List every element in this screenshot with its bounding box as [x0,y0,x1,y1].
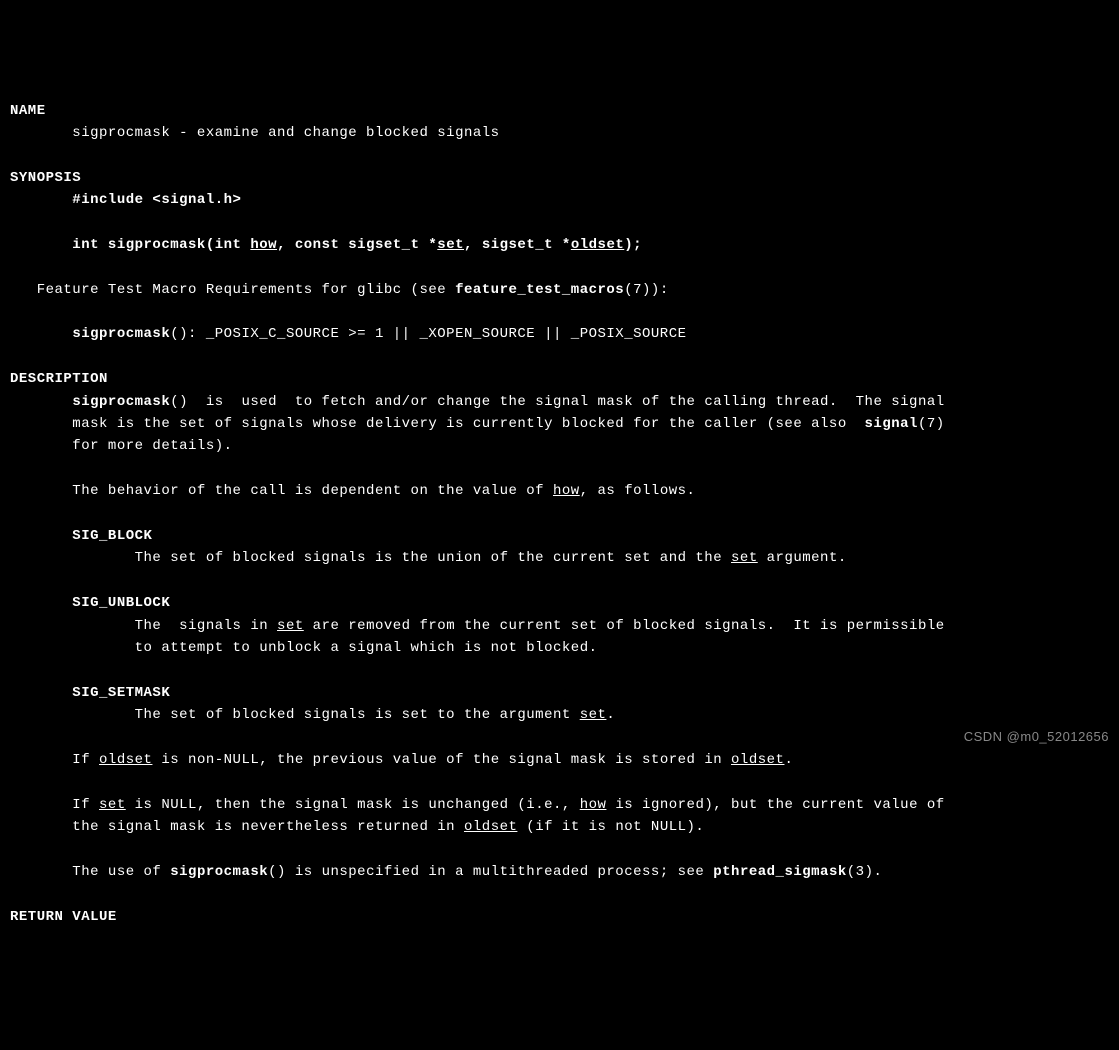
desc-p5-bold1: sigprocmask [170,864,268,880]
synopsis-decl-mid1: , const sigset_t * [277,237,437,253]
desc-p3-post: . [784,752,793,768]
desc-p1-bold1: sigprocmask [72,394,170,410]
desc-p3-pre: If [10,752,99,768]
sigblock-header: SIG_BLOCK [10,528,152,544]
desc-p4-post: (if it is not NULL). [517,819,704,835]
sigunblock-header: SIG_UNBLOCK [10,595,170,611]
synopsis-decl-set: set [437,237,464,253]
sigunblock-set: set [277,618,304,634]
desc-p4-oldset: oldset [464,819,517,835]
ftm-post: (): _POSIX_C_SOURCE >= 1 || _XOPEN_SOURC… [170,326,686,342]
sigsetmask-body-post: . [606,707,615,723]
synopsis-decl-post: ); [624,237,642,253]
synopsis-decl-how: how [250,237,277,253]
desc-p4-pre: If [10,797,99,813]
desc-p1-pre [10,394,72,410]
desc-p3-oldset1: oldset [99,752,152,768]
ftm-pre [10,326,72,342]
feature-line-post: (7)): [624,282,669,298]
sigsetmask-set: set [580,707,607,723]
synopsis-include: #include <signal.h> [10,192,241,208]
desc-p5-bold2: pthread_sigmask [713,864,847,880]
desc-p4-how: how [580,797,607,813]
section-return-value-header: RETURN VALUE [10,909,117,925]
feature-line-bold: feature_test_macros [455,282,624,298]
name-line: sigprocmask - examine and change blocked… [10,125,500,141]
desc-p4-mid1: is NULL, then the signal mask is unchang… [126,797,580,813]
synopsis-decl-oldset: oldset [571,237,624,253]
synopsis-decl-mid2: , sigset_t * [464,237,571,253]
desc-p1-bold2: signal [865,416,918,432]
desc-p2-post: , as follows. [580,483,696,499]
synopsis-decl-pre: int sigprocmask(int [10,237,250,253]
desc-p5-mid: () is unspecified in a multithreaded pro… [268,864,713,880]
desc-p5-pre: The use of [10,864,170,880]
desc-p3-mid: is non-NULL, the previous value of the s… [152,752,731,768]
ftm-bold: sigprocmask [72,326,170,342]
sigblock-set: set [731,550,758,566]
feature-line-pre: Feature Test Macro Requirements for glib… [10,282,455,298]
section-name-header: NAME [10,103,46,119]
desc-p3-oldset2: oldset [731,752,784,768]
desc-p2-how: how [553,483,580,499]
sigblock-body-pre: The set of blocked signals is the union … [10,550,731,566]
desc-p5-post: (3). [847,864,883,880]
desc-p4-set: set [99,797,126,813]
sigsetmask-header: SIG_SETMASK [10,685,170,701]
watermark: CSDN @m0_52012656 [964,727,1109,748]
sigsetmask-body-pre: The set of blocked signals is set to the… [10,707,580,723]
section-description-header: DESCRIPTION [10,371,108,387]
sigblock-body-post: argument. [758,550,847,566]
sigunblock-body-pre: The signals in [10,618,277,634]
section-synopsis-header: SYNOPSIS [10,170,81,186]
desc-p2-pre: The behavior of the call is dependent on… [10,483,553,499]
